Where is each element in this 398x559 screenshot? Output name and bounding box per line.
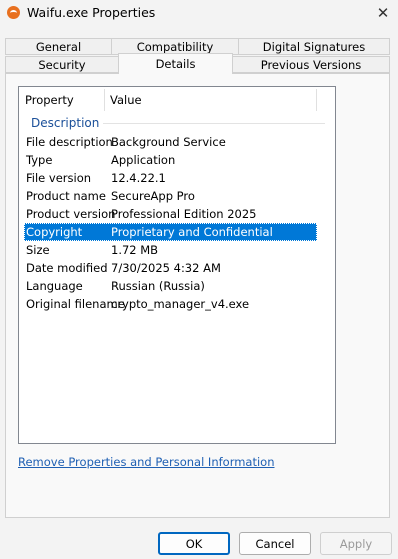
title-bar: Waifu.exe Properties ✕ xyxy=(0,0,398,26)
app-icon xyxy=(7,6,20,19)
tab-details[interactable]: Details xyxy=(118,53,233,74)
column-header-property[interactable]: Property xyxy=(25,93,74,107)
column-divider[interactable] xyxy=(316,89,317,111)
close-button[interactable]: ✕ xyxy=(368,0,398,26)
property-value: SecureApp Pro xyxy=(111,189,195,203)
tab-previous-versions[interactable]: Previous Versions xyxy=(232,56,390,73)
property-name: Product version xyxy=(26,207,116,221)
ok-button[interactable]: OK xyxy=(158,532,230,555)
property-value: Russian (Russia) xyxy=(111,279,205,293)
property-value: Application xyxy=(111,153,176,167)
table-row[interactable]: File description Background Service xyxy=(24,133,317,151)
table-row-selected[interactable]: Copyright Proprietary and Confidential xyxy=(24,223,317,241)
group-divider xyxy=(103,123,325,124)
property-name: Product name xyxy=(26,189,106,203)
window-title: Waifu.exe Properties xyxy=(27,5,156,20)
property-value: 1.72 MB xyxy=(111,243,159,257)
column-divider[interactable] xyxy=(104,89,105,111)
property-name: File version xyxy=(26,171,92,185)
tab-security[interactable]: Security xyxy=(5,56,119,73)
table-row[interactable]: Product name SecureApp Pro xyxy=(24,187,317,205)
column-header-value[interactable]: Value xyxy=(110,93,142,107)
property-name: Language xyxy=(26,279,83,293)
table-row[interactable]: Type Application xyxy=(24,151,317,169)
group-header-description: Description xyxy=(31,116,100,130)
table-row[interactable]: File version 12.4.22.1 xyxy=(24,169,317,187)
table-row[interactable]: Size 1.72 MB xyxy=(24,241,317,259)
table-row[interactable]: Product version Professional Edition 202… xyxy=(24,205,317,223)
remove-properties-link[interactable]: Remove Properties and Personal Informati… xyxy=(18,455,275,469)
table-row[interactable]: Original filename crypto_manager_v4.exe xyxy=(24,295,317,313)
cancel-button[interactable]: Cancel xyxy=(239,532,311,555)
property-name: File description xyxy=(26,135,113,149)
tab-digital-signatures[interactable]: Digital Signatures xyxy=(238,38,390,55)
property-name: Size xyxy=(26,243,50,257)
property-name: Copyright xyxy=(26,225,83,239)
property-name: Original filename xyxy=(26,297,125,311)
property-name: Type xyxy=(26,153,53,167)
table-row[interactable]: Date modified 7/30/2025 4:32 AM xyxy=(24,259,317,277)
property-name: Date modified xyxy=(26,261,108,275)
apply-button[interactable]: Apply xyxy=(320,532,392,555)
table-row[interactable]: Language Russian (Russia) xyxy=(24,277,317,295)
property-value: Professional Edition 2025 xyxy=(111,207,257,221)
details-list[interactable]: Property Value Description File descript… xyxy=(18,86,336,444)
property-value: 7/30/2025 4:32 AM xyxy=(111,261,221,275)
list-header: Property Value xyxy=(19,87,335,113)
property-value: crypto_manager_v4.exe xyxy=(111,297,250,311)
property-value: Proprietary and Confidential xyxy=(111,225,273,239)
property-value: Background Service xyxy=(111,135,226,149)
property-value: 12.4.22.1 xyxy=(111,171,166,185)
tab-general[interactable]: General xyxy=(5,38,112,55)
